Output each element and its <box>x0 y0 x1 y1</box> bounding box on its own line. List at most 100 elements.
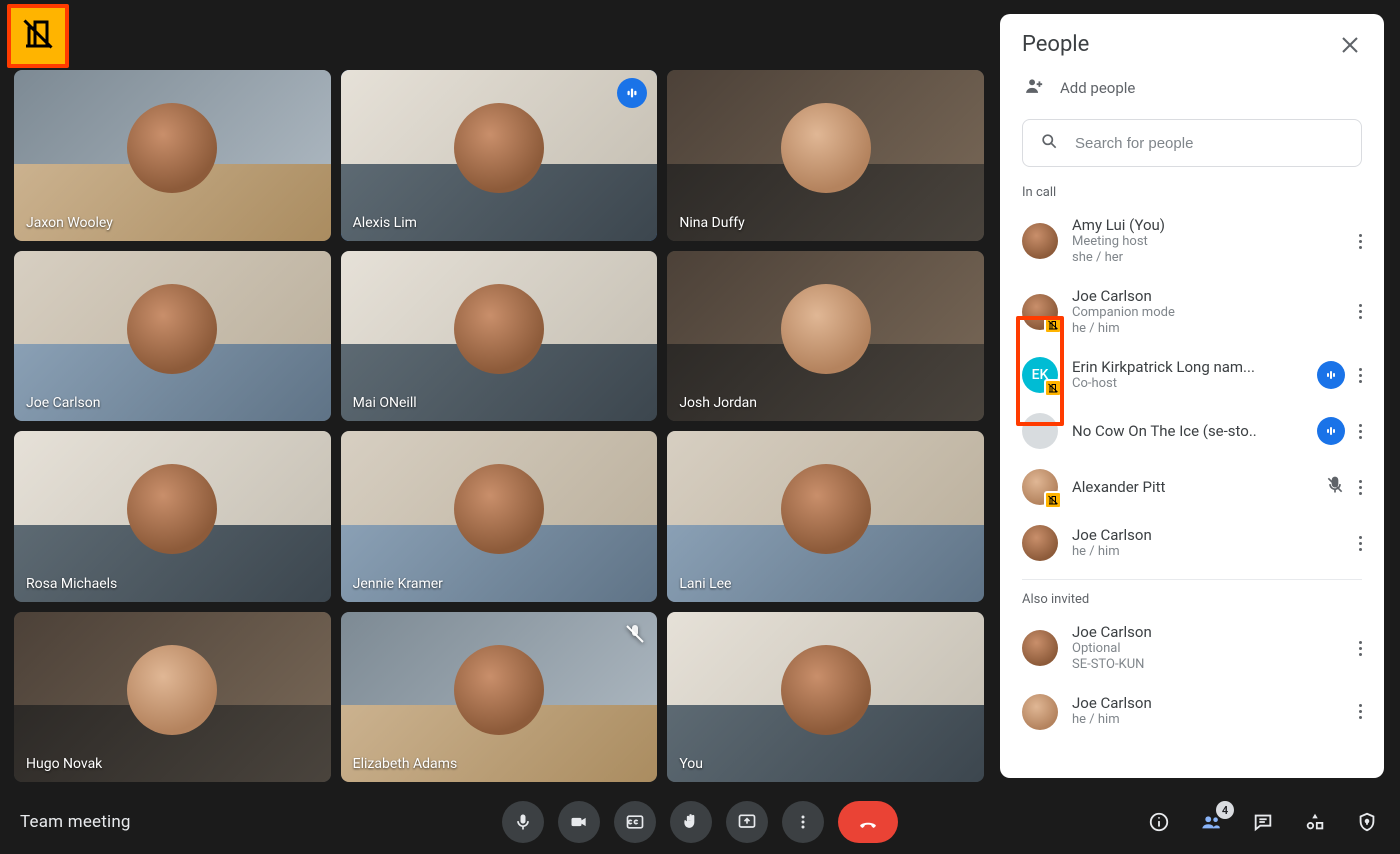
captions-button[interactable] <box>614 801 656 843</box>
avatar <box>1022 630 1058 666</box>
person-sub: SE-STO-KUN <box>1072 657 1345 673</box>
companion-badge-icon <box>1044 379 1062 397</box>
person-sub: Meeting host <box>1072 234 1345 250</box>
video-tile[interactable]: Nina Duffy <box>667 70 984 241</box>
add-people-button[interactable]: Add people <box>1000 63 1384 109</box>
speaking-indicator-icon <box>1317 361 1345 389</box>
people-search[interactable] <box>1022 119 1362 167</box>
person-more-button[interactable] <box>1359 704 1362 719</box>
person-sub: he / him <box>1072 544 1345 560</box>
bottom-bar: Team meeting 4 <box>0 790 1400 854</box>
activities-button[interactable] <box>1302 809 1328 835</box>
person-more-button[interactable] <box>1359 480 1362 495</box>
person-row[interactable]: EK Erin Kirkpatrick Long nam...Co-host <box>1000 347 1384 403</box>
camera-button[interactable] <box>558 801 600 843</box>
meeting-details-button[interactable] <box>1146 809 1172 835</box>
video-tile[interactable]: Hugo Novak <box>14 612 331 783</box>
participant-name: You <box>679 756 703 772</box>
video-tile[interactable]: Alexis Lim <box>341 70 658 241</box>
avatar <box>1022 413 1058 449</box>
participant-name: Mai ONeill <box>353 395 417 411</box>
avatar <box>1022 469 1058 505</box>
mic-off-icon <box>623 622 647 646</box>
person-name: Erin Kirkpatrick Long nam... <box>1072 358 1303 376</box>
close-icon[interactable] <box>1338 33 1362 57</box>
person-row[interactable]: No Cow On The Ice (se-sto.. <box>1000 403 1384 459</box>
person-name: Amy Lui (You) <box>1072 216 1345 234</box>
person-name: Joe Carlson <box>1072 694 1345 712</box>
participant-name: Elizabeth Adams <box>353 756 458 772</box>
person-row[interactable]: Joe CarlsonCompanion modehe / him <box>1000 277 1384 348</box>
person-more-button[interactable] <box>1359 234 1362 249</box>
person-sub: Co-host <box>1072 376 1303 392</box>
video-tile[interactable]: Rosa Michaels <box>14 431 331 602</box>
person-more-button[interactable] <box>1359 368 1362 383</box>
participant-name: Jennie Kramer <box>353 576 443 592</box>
person-sub: she / her <box>1072 250 1345 266</box>
video-tile[interactable]: Lani Lee <box>667 431 984 602</box>
host-controls-button[interactable] <box>1354 809 1380 835</box>
raise-hand-button[interactable] <box>670 801 712 843</box>
people-panel: People Add people In call Amy Lui (You)M… <box>1000 14 1384 778</box>
call-controls <box>502 801 898 843</box>
add-people-label: Add people <box>1060 79 1135 97</box>
video-tile[interactable]: You <box>667 612 984 783</box>
person-row[interactable]: Joe Carlsonhe / him <box>1000 515 1384 571</box>
person-name: Joe Carlson <box>1072 526 1345 544</box>
person-row[interactable]: Joe Carlsonhe / him <box>1000 684 1384 740</box>
video-tile[interactable]: Joe Carlson <box>14 251 331 422</box>
person-more-button[interactable] <box>1359 304 1362 319</box>
video-tile[interactable]: Josh Jordan <box>667 251 984 422</box>
video-tile[interactable]: Jaxon Wooley <box>14 70 331 241</box>
person-more-button[interactable] <box>1359 424 1362 439</box>
people-search-input[interactable] <box>1073 134 1345 153</box>
participant-name: Josh Jordan <box>679 395 757 411</box>
search-icon <box>1039 131 1059 155</box>
hangup-button[interactable] <box>838 801 898 843</box>
participant-name: Alexis Lim <box>353 215 417 231</box>
person-sub: Companion mode <box>1072 305 1345 321</box>
meeting-title: Team meeting <box>20 812 131 832</box>
person-more-button[interactable] <box>1359 641 1362 656</box>
video-tile[interactable]: Jennie Kramer <box>341 431 658 602</box>
companion-badge-icon <box>1044 316 1062 334</box>
person-sub: Optional <box>1072 641 1345 657</box>
video-grid: Jaxon Wooley Alexis Lim Nina Duffy Joe Carl… <box>14 70 984 782</box>
participant-name: Joe Carlson <box>26 395 100 411</box>
avatar <box>1022 223 1058 259</box>
avatar <box>1022 294 1058 330</box>
domain-disabled-icon <box>20 16 56 56</box>
people-button[interactable]: 4 <box>1198 809 1224 835</box>
person-row[interactable]: Amy Lui (You)Meeting hostshe / her <box>1000 206 1384 277</box>
section-also-invited: Also invited <box>1000 588 1384 613</box>
participant-name: Jaxon Wooley <box>26 215 113 231</box>
people-panel-title: People <box>1022 32 1089 57</box>
participant-name: Hugo Novak <box>26 756 102 772</box>
companion-mode-highlight <box>7 4 69 68</box>
avatar <box>1022 694 1058 730</box>
people-count-badge: 4 <box>1216 801 1234 819</box>
video-tile[interactable]: Mai ONeill <box>341 251 658 422</box>
info-controls: 4 <box>1146 809 1380 835</box>
person-row[interactable]: Alexander Pitt <box>1000 459 1384 515</box>
people-list: In call Amy Lui (You)Meeting hostshe / h… <box>1000 181 1384 778</box>
person-name: Alexander Pitt <box>1072 478 1311 496</box>
more-options-button[interactable] <box>782 801 824 843</box>
present-button[interactable] <box>726 801 768 843</box>
participant-name: Nina Duffy <box>679 215 744 231</box>
person-row[interactable]: Joe CarlsonOptionalSE-STO-KUN <box>1000 613 1384 684</box>
person-sub: he / him <box>1072 712 1345 728</box>
person-sub: he / him <box>1072 321 1345 337</box>
person-name: No Cow On The Ice (se-sto.. <box>1072 422 1303 440</box>
person-add-icon <box>1022 75 1044 101</box>
avatar: EK <box>1022 357 1058 393</box>
person-name: Joe Carlson <box>1072 623 1345 641</box>
microphone-button[interactable] <box>502 801 544 843</box>
person-more-button[interactable] <box>1359 536 1362 551</box>
participant-name: Rosa Michaels <box>26 576 117 592</box>
video-tile[interactable]: Elizabeth Adams <box>341 612 658 783</box>
divider <box>1022 579 1362 580</box>
section-in-call: In call <box>1000 181 1384 206</box>
mic-off-icon <box>1325 475 1345 499</box>
chat-button[interactable] <box>1250 809 1276 835</box>
